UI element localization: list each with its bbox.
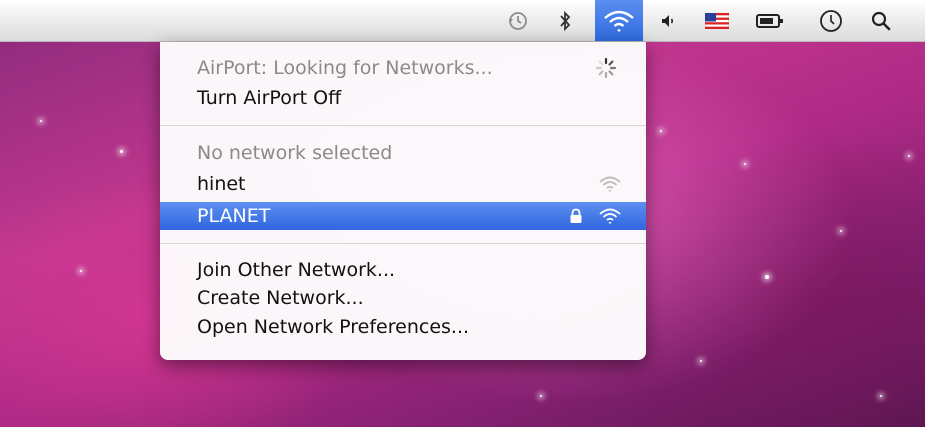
wifi-signal-icon xyxy=(598,170,622,198)
join-other-network-item[interactable]: Join Other Network... xyxy=(160,256,646,284)
star xyxy=(744,163,746,165)
menu-separator xyxy=(160,243,646,244)
turn-airport-off-item[interactable]: Turn AirPort Off xyxy=(160,84,646,112)
join-other-network-label: Join Other Network... xyxy=(197,259,396,281)
create-network-item[interactable]: Create Network... xyxy=(160,284,646,312)
battery-icon[interactable] xyxy=(752,0,788,41)
menu-separator xyxy=(160,125,646,126)
open-network-preferences-label: Open Network Preferences... xyxy=(197,316,470,338)
star xyxy=(540,395,542,397)
no-network-label: No network selected xyxy=(197,142,393,164)
turn-airport-off-label: Turn AirPort Off xyxy=(197,87,342,109)
no-network-selected: No network selected xyxy=(160,139,646,167)
clock-icon[interactable] xyxy=(816,0,846,41)
network-name: hinet xyxy=(197,173,246,195)
us-flag-input-icon[interactable] xyxy=(700,0,734,41)
spinner-icon xyxy=(595,54,617,82)
star xyxy=(765,275,769,279)
network-name: PLANET xyxy=(197,205,271,227)
wifi-signal-icon xyxy=(598,202,622,230)
desktop-background: AirPort: Looking for Networks... Turn Ai… xyxy=(0,0,925,427)
star xyxy=(120,150,123,153)
star xyxy=(80,270,82,272)
menu-bar xyxy=(0,0,925,42)
create-network-label: Create Network... xyxy=(197,287,364,309)
lock-icon xyxy=(569,202,583,230)
star xyxy=(40,120,42,122)
time-machine-icon[interactable] xyxy=(503,0,533,41)
bluetooth-icon[interactable] xyxy=(553,0,577,41)
airport-status-label: AirPort: Looking for Networks... xyxy=(197,57,493,79)
star xyxy=(840,230,842,232)
network-item-hinet[interactable]: hinet xyxy=(160,170,646,198)
star xyxy=(660,130,662,132)
spotlight-search-icon[interactable] xyxy=(866,0,896,41)
star xyxy=(700,360,702,362)
open-network-preferences-item[interactable]: Open Network Preferences... xyxy=(160,313,646,341)
airport-menu: AirPort: Looking for Networks... Turn Ai… xyxy=(160,42,646,360)
volume-icon[interactable] xyxy=(655,0,681,41)
airport-status: AirPort: Looking for Networks... xyxy=(160,54,646,82)
airport-wifi-icon[interactable] xyxy=(595,0,643,41)
star xyxy=(908,155,910,157)
star xyxy=(880,395,882,397)
